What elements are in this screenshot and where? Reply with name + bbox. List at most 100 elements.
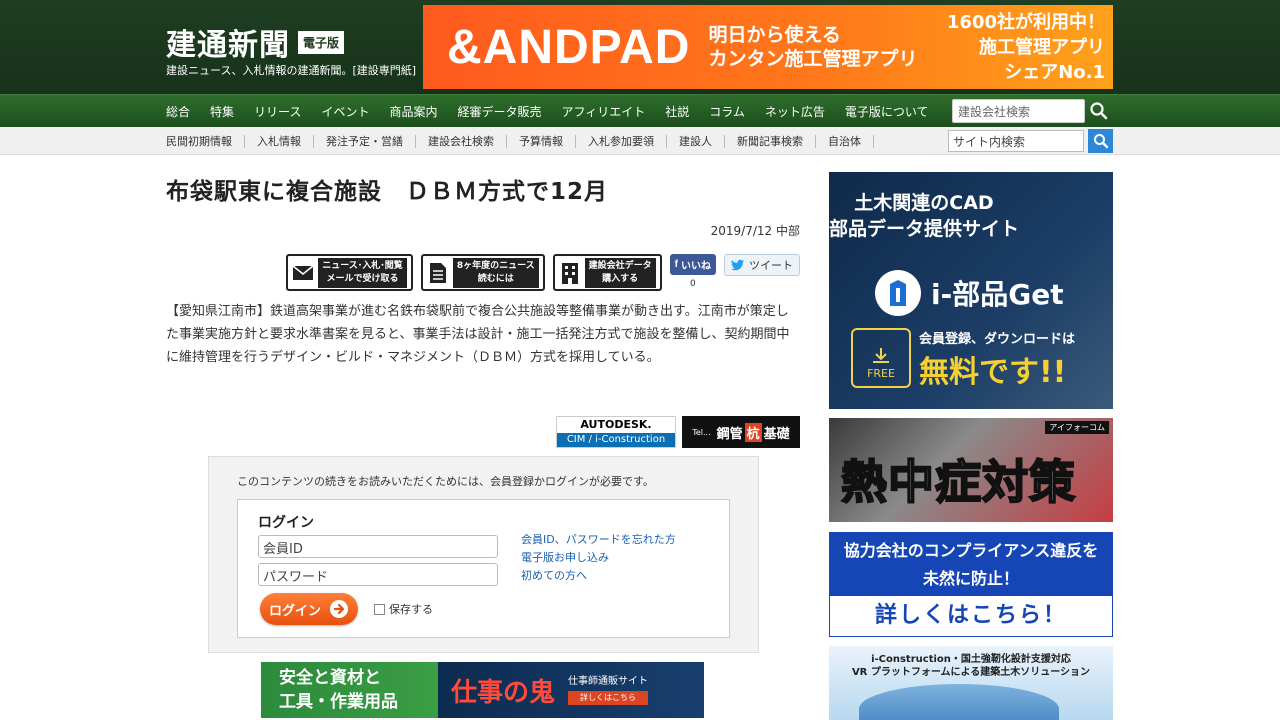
ad-brand: アイフォーコム <box>1045 421 1109 434</box>
facebook-icon: f <box>674 259 678 270</box>
free-label: FREE <box>867 367 895 380</box>
nav-item[interactable]: リリース <box>254 103 301 120</box>
steel-pile-banner[interactable]: Tel... 鋼管 杭 基礎 <box>682 416 800 448</box>
ad-right-copy: 仕事師通販サイト 詳しくはこちら <box>568 675 648 705</box>
building-logo-icon <box>875 270 921 316</box>
forgot-password-link[interactable]: 会員ID、パスワードを忘れた方 <box>521 531 676 549</box>
nav-item[interactable]: 商品案内 <box>389 103 437 120</box>
sidebar-ad-compliance[interactable]: 協力会社のコンプライアンス違反を 未然に防止！ 詳しくはこちら！ <box>829 532 1113 637</box>
first-time-link[interactable]: 初めての方へ <box>521 567 676 585</box>
banner-text: 基礎 <box>763 426 790 442</box>
login-button[interactable]: ログイン <box>260 593 358 625</box>
ad-right-copy: 1600社が利用中！ 施工管理アプリ シェアNo.1 <box>947 10 1105 85</box>
action-line: ニュース･入札･閲覧 <box>322 260 403 271</box>
site-search-button[interactable] <box>1088 129 1113 153</box>
ibuhin-logo-text: i-部品Get <box>931 278 1064 311</box>
site-tagline: 建設ニュース、入札情報の建通新聞。[建設専門紙] <box>166 64 417 77</box>
bottom-ad-banner[interactable]: 安全と資材と 工具・作業用品 仕事の鬼 仕事師通販サイト 詳しくはこちら <box>261 662 704 718</box>
remember-checkbox[interactable] <box>374 603 385 615</box>
nav-item[interactable]: 経審データ販売 <box>457 103 541 120</box>
nav-item[interactable]: ネット広告 <box>765 103 825 120</box>
ad-cta: 詳しくはこちら！ <box>830 596 1112 636</box>
subnav-item[interactable]: 民間初期情報 <box>166 134 245 148</box>
ad-left-line: 安全と資材と <box>279 668 381 688</box>
building-icon <box>555 256 585 289</box>
action-label: ニュース･入札･閲覧 メールで受け取る <box>318 257 407 288</box>
member-id-field[interactable]: 会員ID <box>258 535 498 558</box>
facebook-like-button[interactable]: f いいね <box>669 254 716 275</box>
autodesk-banner[interactable]: AUTODESK. CIM / i-Construction <box>556 416 676 448</box>
ad-headline-line: 未然に防止！ <box>922 569 1019 588</box>
ad-headline: 協力会社のコンプライアンス違反を 未然に防止！ <box>830 533 1112 596</box>
login-title: ログイン <box>258 515 314 531</box>
header-ad-banner[interactable]: &ANDPAD 明日から使える カンタン施工管理アプリ 1600社が利用中！ 施… <box>423 5 1113 89</box>
remember-option[interactable]: 保存する <box>374 601 433 617</box>
archive-news-button[interactable]: 8ヶ年度のニュース 読むには <box>420 254 545 291</box>
nav-item[interactable]: 特集 <box>210 103 234 120</box>
action-line: 読むには <box>477 273 514 284</box>
search-icon[interactable] <box>1089 101 1109 121</box>
login-button-label: ログイン <box>268 603 321 619</box>
email-subscribe-button[interactable]: ニュース･入札･閲覧 メールで受け取る <box>286 254 413 291</box>
ad-copy-line: カンタン施工管理アプリ <box>708 48 918 70</box>
ad-copy-line: 明日から使える <box>708 24 841 46</box>
nav-item[interactable]: 総合 <box>166 103 190 120</box>
subnav-item[interactable]: 発注予定・営繕 <box>314 134 416 148</box>
nav-item[interactable]: コラム <box>709 103 745 120</box>
sidebar-ad-heatstroke[interactable]: アイフォーコム 熱中症対策 <box>829 418 1113 522</box>
banner-text: 鋼管 <box>716 426 743 442</box>
nav-item[interactable]: 電子版について <box>845 103 929 120</box>
article-actions: ニュース･入札･閲覧 メールで受け取る 8ヶ年度のニュース 読むには 建設会社データ… <box>286 254 800 291</box>
ad-headline: i-Construction・国土強靭化設計支援対応 VR プラットフォームによ… <box>829 646 1113 679</box>
ad-headline-line: i-Construction・国土強靭化設計支援対応 <box>871 654 1071 665</box>
article-body: 【愛知県江南市】鉄道高架事業が進む名鉄布袋駅前で複合公共施設等整備事業が動き出す… <box>166 304 790 365</box>
ad-free-copy: 会員登録、ダウンロードは 無料です!! <box>919 328 1075 391</box>
ibuhin-logo: i-部品Get <box>875 270 1064 316</box>
login-panel: このコンテンツの続きをお読みいただくためには、会員登録かログインが必要です。 ロ… <box>208 456 759 653</box>
subnav-item[interactable]: 予算情報 <box>507 134 576 148</box>
password-field[interactable]: パスワード <box>258 563 498 586</box>
banner-highlight: 杭 <box>744 422 762 442</box>
site-search-input[interactable]: サイト内検索 <box>948 130 1084 152</box>
remember-label: 保存する <box>389 603 433 616</box>
ad-left-line: 工具・作業用品 <box>279 692 398 712</box>
company-data-button[interactable]: 建設会社データ 購入する <box>552 254 662 291</box>
site-logo[interactable]: 建通新聞 電子版 <box>166 20 345 64</box>
autodesk-logo: AUTODESK. <box>580 418 652 431</box>
subnav-item[interactable]: 建設人 <box>667 134 725 148</box>
facebook-like-label: いいね <box>681 261 711 272</box>
site-header: 建通新聞 電子版 建設ニュース、入札情報の建通新聞。[建設専門紙] &ANDPA… <box>0 0 1280 94</box>
apply-link[interactable]: 電子版お申し込み <box>521 549 676 567</box>
ad-cta: 詳しくはこちら <box>568 691 648 705</box>
subnav-item[interactable]: 自治体 <box>816 134 874 148</box>
subnav-item[interactable]: 入札参加要領 <box>576 134 667 148</box>
logo-text[interactable]: 建通新聞 <box>166 20 290 64</box>
ad-headline: 土木関連のCAD 部品データ提供サイト <box>829 190 1019 242</box>
subnav-item[interactable]: 建設会社検索 <box>416 134 507 148</box>
tweet-button[interactable]: ツイート <box>724 254 800 276</box>
nav-item[interactable]: 社説 <box>665 103 689 120</box>
ad-headline-line: 部品データ提供サイト <box>829 218 1020 240</box>
login-note: このコンテンツの続きをお読みいただくためには、会員登録かログインが必要です。 <box>237 475 654 488</box>
login-links: 会員ID、パスワードを忘れた方 電子版お申し込み 初めての方へ <box>521 531 676 585</box>
document-icon <box>423 256 453 289</box>
nav-item[interactable]: アフィリエイト <box>561 103 645 120</box>
subnav-item[interactable]: 入札情報 <box>245 134 314 148</box>
action-label: 建設会社データ 購入する <box>584 257 656 288</box>
logo-badge: 電子版 <box>298 30 345 54</box>
sidebar-ad-vr[interactable]: i-Construction・国土強靭化設計支援対応 VR プラットフォームによ… <box>829 646 1113 720</box>
like-count: 0 <box>689 279 696 289</box>
search-icon <box>1093 134 1108 149</box>
ad-right-line: 施工管理アプリ <box>979 36 1105 58</box>
company-search-input[interactable]: 建設会社検索 <box>952 99 1085 123</box>
sidebar-ad-cad[interactable]: 土木関連のCAD 部品データ提供サイト i-部品Get FREE 会員登録、ダウ… <box>829 172 1113 409</box>
ad-headline-line: 協力会社のコンプライアンス違反を <box>843 541 1099 560</box>
sub-nav: 民間初期情報 入札情報 発注予定・営繕 建設会社検索 予算情報 入札参加要領 建… <box>0 127 1280 155</box>
ad-headline-line: 土木関連のCAD <box>854 192 994 214</box>
nav-item[interactable]: イベント <box>321 103 369 120</box>
subnav-item[interactable]: 新聞記事検索 <box>725 134 816 148</box>
arrow-right-icon <box>330 600 348 618</box>
ad-illustration <box>859 684 1059 720</box>
ad-right-line: シェアNo.1 <box>1004 61 1105 83</box>
action-line: 建設会社データ <box>588 260 652 271</box>
